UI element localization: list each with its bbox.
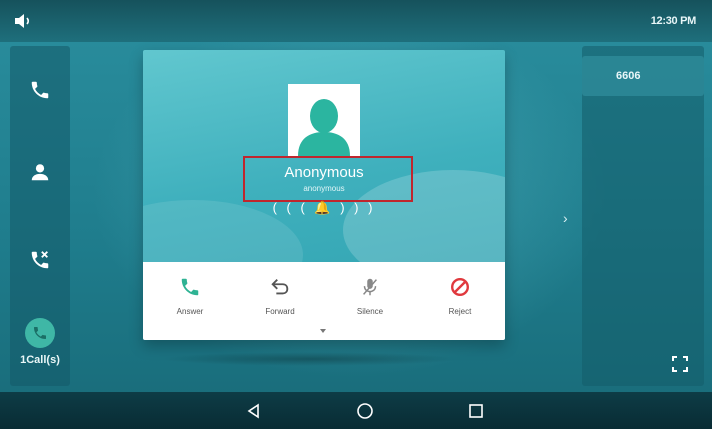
avatar bbox=[288, 84, 360, 156]
silence-label: Silence bbox=[356, 307, 384, 316]
person-icon bbox=[298, 99, 350, 156]
clock: 12:30 PM bbox=[650, 15, 697, 27]
line-label: 6606 bbox=[616, 70, 641, 82]
active-calls-button[interactable]: 1Call(s) bbox=[10, 316, 70, 380]
reject-icon bbox=[451, 278, 469, 296]
phone-icon bbox=[31, 81, 49, 99]
card-shadow bbox=[160, 352, 460, 366]
reject-button[interactable]: Reject bbox=[415, 262, 505, 332]
expand-arrow-icon[interactable]: › bbox=[563, 210, 568, 226]
answer-label: Answer bbox=[176, 307, 204, 316]
fullscreen-icon[interactable] bbox=[672, 356, 688, 372]
ringing-indicator: ( ( ( 🔔 ) ) ) bbox=[272, 200, 376, 215]
contact-icon bbox=[31, 164, 49, 181]
status-bar: 12:30 PM bbox=[0, 0, 712, 42]
navigation-bar bbox=[0, 392, 712, 429]
call-action-bar: Answer Forward Silence Reject bbox=[143, 262, 505, 340]
active-calls-label: 1Call(s) bbox=[20, 354, 60, 366]
sidebar-item-history[interactable] bbox=[10, 240, 70, 280]
recents-square-icon bbox=[469, 404, 483, 418]
volume-icon[interactable] bbox=[14, 13, 34, 29]
line-panel: 6606 bbox=[582, 46, 704, 386]
home-button[interactable] bbox=[354, 400, 376, 422]
caller-name: Anonymous bbox=[284, 164, 364, 181]
chevron-down-icon[interactable] bbox=[319, 328, 327, 334]
answer-button[interactable]: Answer bbox=[145, 262, 235, 332]
forward-button[interactable]: Forward bbox=[235, 262, 325, 332]
active-call-icon bbox=[25, 318, 55, 348]
incoming-call-card: Anonymous anonymous ( ( ( 🔔 ) ) ) Answer… bbox=[143, 50, 505, 340]
back-button[interactable] bbox=[243, 400, 265, 422]
home-circle-icon bbox=[357, 403, 373, 419]
call-history-icon bbox=[31, 251, 49, 269]
phone-screen: 12:30 PM 1Call(s) 6606 › Anonymous anony… bbox=[0, 0, 712, 429]
sidebar: 1Call(s) bbox=[10, 46, 70, 386]
forward-label: Forward bbox=[265, 307, 295, 316]
recents-button[interactable] bbox=[465, 400, 487, 422]
line-key[interactable]: 6606 bbox=[582, 56, 704, 96]
back-triangle-icon bbox=[247, 403, 259, 419]
reject-label: Reject bbox=[448, 307, 472, 316]
silence-button[interactable]: Silence bbox=[325, 262, 415, 332]
mic-mute-icon bbox=[363, 278, 377, 296]
forward-icon bbox=[271, 279, 289, 295]
sidebar-item-contacts[interactable] bbox=[10, 152, 70, 192]
caller-number: anonymous bbox=[303, 184, 345, 193]
sidebar-item-phone[interactable] bbox=[10, 70, 70, 110]
phone-answer-icon bbox=[181, 278, 199, 296]
